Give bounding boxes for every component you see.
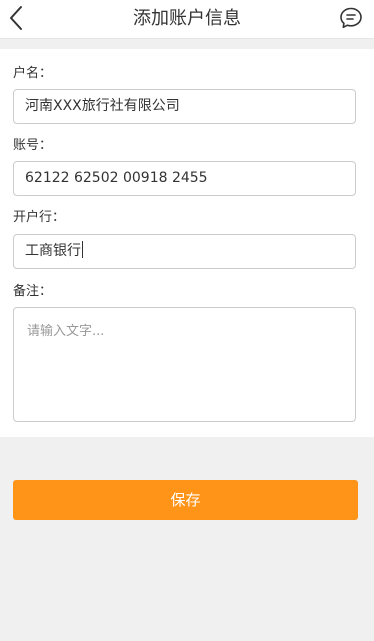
account-name-label: 户名： [13,66,53,81]
remark-textarea[interactable]: 请输入文字... [13,307,356,422]
save-button[interactable]: 保存 [13,480,358,520]
account-name-input[interactable]: 河南XXX旅行社有限公司 [13,89,356,124]
remark-label: 备注： [13,284,53,299]
chat-button[interactable] [338,5,364,31]
bank-input[interactable]: 工商银行 [13,234,356,269]
account-name-value: 河南XXX旅行社有限公司 [25,98,180,114]
chat-bubble-icon [340,7,362,29]
page-title: 添加账户信息 [133,8,241,29]
account-number-input[interactable]: 62122 62502 00918 2455 [13,161,356,196]
back-button[interactable] [2,3,30,33]
bank-label: 开户行： [13,210,66,225]
account-form: 户名： 河南XXX旅行社有限公司 账号： 62122 62502 00918 2… [0,49,374,437]
account-number-label: 账号： [13,138,53,153]
remark-placeholder: 请输入文字... [27,324,105,339]
account-number-value: 62122 62502 00918 2455 [25,170,208,186]
top-bar: 添加账户信息 [0,0,374,39]
bank-value: 工商银行 [25,243,81,259]
chevron-left-icon [10,6,22,30]
text-cursor [82,241,83,258]
